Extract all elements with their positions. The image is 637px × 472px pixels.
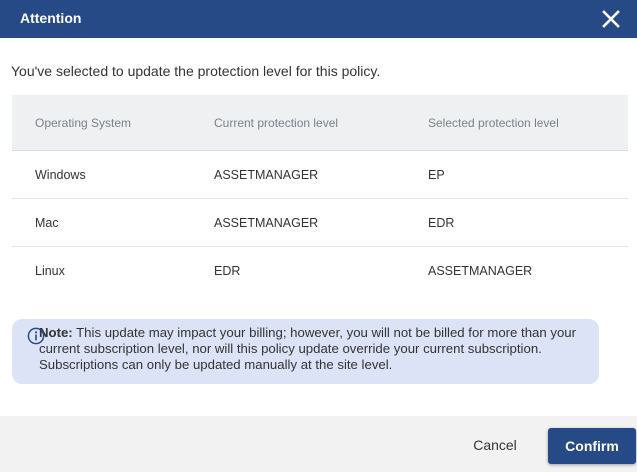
table-row: Mac ASSETMANAGER EDR [12,199,628,247]
intro-text: You've selected to update the protection… [11,63,381,79]
os-cell: Mac [35,215,59,230]
table-row: Windows ASSETMANAGER EP [12,151,628,199]
cancel-button[interactable]: Cancel [465,433,525,457]
close-icon[interactable] [601,9,621,29]
current-level-cell: ASSETMANAGER [214,167,319,182]
confirm-button[interactable]: Confirm [548,428,636,464]
selected-level-cell: EP [428,167,445,182]
protection-level-table: Operating System Current protection leve… [12,95,628,294]
dialog-title: Attention [20,10,82,26]
selected-level-cell: ASSETMANAGER [428,263,533,278]
header-operating-system: Operating System [35,115,132,130]
os-cell: Linux [35,263,65,278]
billing-note: Note: This update may impact your billin… [12,319,599,384]
selected-level-cell: EDR [428,215,455,230]
note-text: This update may impact your billing; how… [39,325,577,372]
header-current-level: Current protection level [214,115,339,130]
info-icon [27,327,45,345]
attention-dialog: Attention You've selected to update the … [0,0,637,472]
current-level-cell: EDR [214,263,241,278]
table-header: Operating System Current protection leve… [12,95,628,151]
header-selected-level: Selected protection level [428,115,559,130]
dialog-header: Attention [0,0,637,38]
table-row: Linux EDR ASSETMANAGER [12,247,628,294]
dialog-footer: Cancel Confirm [0,416,637,472]
current-level-cell: ASSETMANAGER [214,215,319,230]
os-cell: Windows [35,167,86,182]
